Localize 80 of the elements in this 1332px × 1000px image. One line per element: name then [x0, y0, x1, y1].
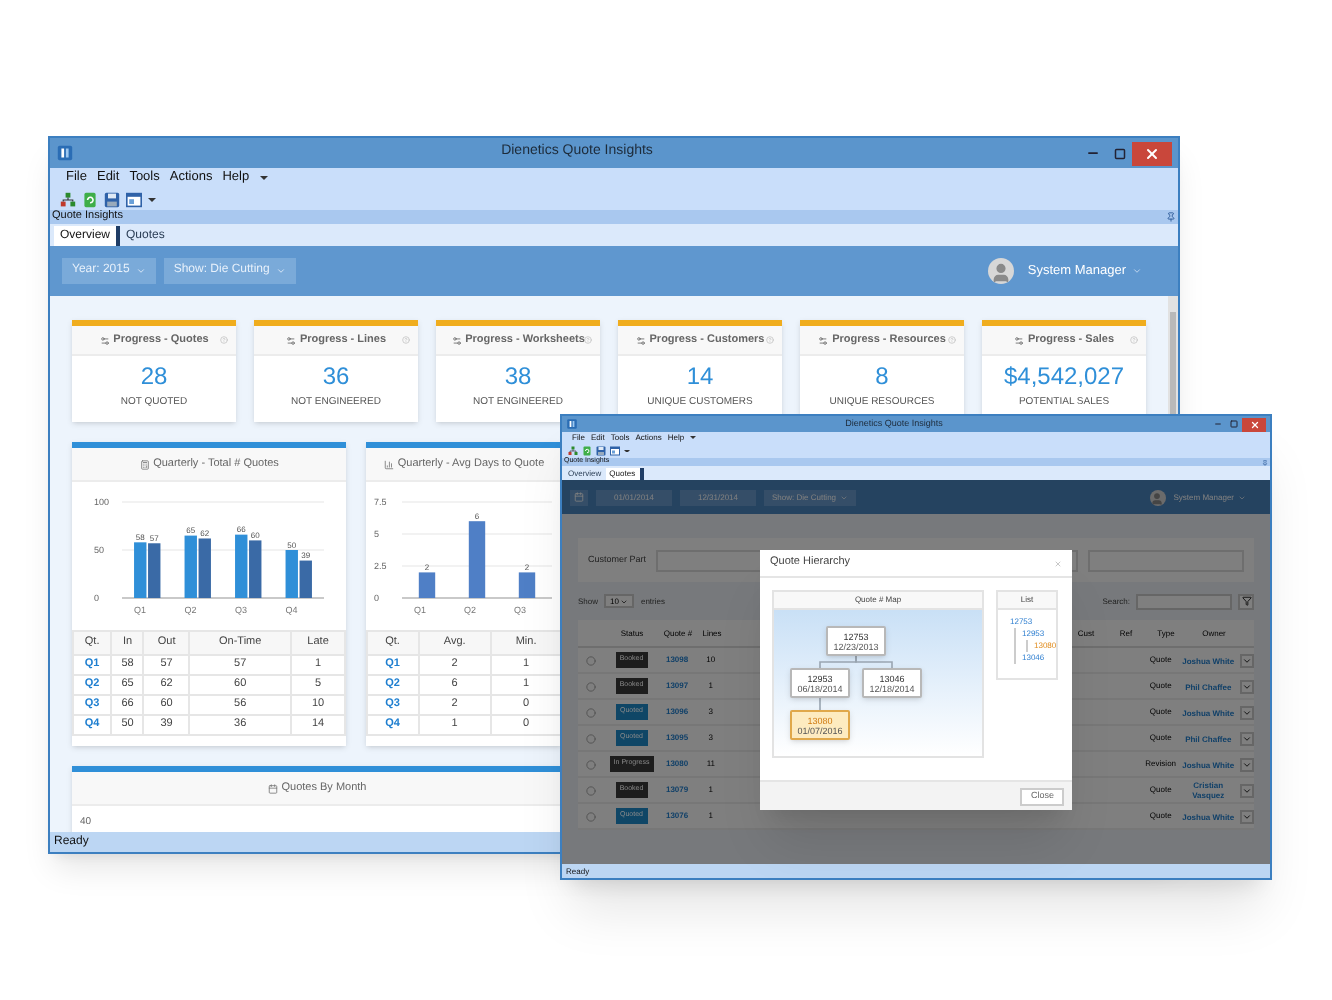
maximize-button[interactable] [1226, 417, 1242, 431]
help-icon[interactable] [948, 336, 956, 344]
radio-icon[interactable] [586, 681, 597, 691]
kpi-value: 36 [320, 362, 352, 392]
window-icon[interactable] [610, 446, 620, 456]
caret-icon [1242, 733, 1252, 743]
pin-icon[interactable] [1166, 212, 1176, 222]
bar [468, 521, 486, 598]
radio-icon[interactable] [586, 759, 597, 769]
kpi-value: 38 [502, 362, 534, 392]
refresh-icon[interactable] [82, 191, 98, 207]
caret-icon [275, 266, 286, 276]
minimize-button[interactable] [1210, 417, 1226, 431]
kpi-value: 8 [873, 362, 891, 392]
hierarchy-icon[interactable] [568, 446, 578, 456]
close-button[interactable] [1132, 141, 1172, 165]
kpi-value: 28 [138, 362, 170, 392]
minimize-icon [1214, 420, 1222, 428]
settings-icon [635, 335, 646, 345]
close-icon [1144, 145, 1160, 161]
calculator-icon [139, 459, 150, 469]
help-icon[interactable] [402, 336, 410, 344]
kpi-value: 14 [684, 362, 716, 392]
caret-icon [148, 197, 156, 201]
connector-line [819, 697, 821, 711]
help-icon[interactable] [584, 336, 592, 344]
refresh-icon[interactable] [582, 446, 592, 456]
bar [418, 572, 436, 598]
row-menu-button[interactable] [1240, 809, 1254, 823]
row-menu-button[interactable] [1240, 757, 1254, 771]
radio-icon[interactable] [586, 707, 597, 717]
pin-icon[interactable] [1262, 459, 1268, 465]
maximize-icon [1230, 420, 1238, 428]
window-icon[interactable] [126, 191, 142, 207]
maximize-icon [1113, 147, 1125, 159]
help-icon[interactable] [220, 336, 228, 344]
settings-icon [1013, 335, 1024, 345]
minimize-icon [1086, 146, 1100, 160]
settings-icon [451, 335, 462, 345]
caret-icon [1242, 785, 1252, 795]
radio-icon[interactable] [586, 655, 597, 665]
caret-icon [1242, 681, 1252, 691]
save-icon[interactable] [104, 191, 120, 207]
close-button[interactable] [1242, 417, 1266, 431]
bar [518, 572, 536, 598]
app-icon [566, 418, 578, 430]
row-menu-button[interactable] [1240, 679, 1254, 693]
settings-icon [818, 335, 829, 345]
filter-button[interactable] [1238, 593, 1254, 609]
caret-icon [1242, 759, 1252, 769]
caret-icon [690, 436, 697, 440]
calendar-button[interactable] [570, 489, 588, 505]
kpi-value: $4,542,027 [1001, 362, 1127, 392]
save-icon[interactable] [596, 446, 606, 456]
app-icon [56, 144, 74, 162]
caret-icon [1132, 266, 1142, 276]
row-menu-button[interactable] [1240, 731, 1254, 745]
settings-icon [285, 335, 296, 345]
bar-chart-icon [383, 459, 394, 469]
settings-icon [99, 335, 110, 345]
caret-icon [259, 176, 268, 180]
calendar-icon [267, 783, 278, 793]
radio-icon[interactable] [586, 733, 597, 743]
help-icon[interactable] [1130, 336, 1138, 344]
row-menu-button[interactable] [1240, 705, 1254, 719]
radio-icon[interactable] [586, 785, 597, 795]
search-field[interactable] [1136, 593, 1232, 609]
hierarchy-icon[interactable] [60, 191, 76, 207]
close-icon [1249, 419, 1259, 429]
row-menu-button[interactable] [1240, 783, 1254, 797]
caret-icon [135, 266, 146, 276]
caret-icon [1242, 707, 1252, 717]
calendar-icon [574, 492, 584, 502]
help-icon[interactable] [766, 336, 774, 344]
caret-icon [1242, 655, 1252, 665]
caret-icon [624, 449, 630, 453]
radio-icon[interactable] [586, 811, 597, 821]
row-menu-button[interactable] [1240, 653, 1254, 667]
filter-icon [1241, 596, 1251, 606]
caret-icon [1242, 811, 1252, 821]
